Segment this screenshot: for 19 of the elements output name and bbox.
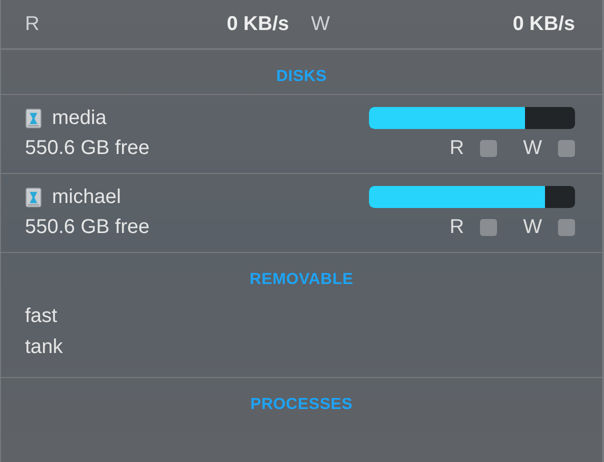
drive-icon — [25, 108, 42, 128]
volume-name: tank — [25, 335, 64, 360]
disk-name: michael — [52, 186, 121, 208]
volume-name: fast — [25, 304, 58, 329]
disk-name: media — [52, 106, 106, 130]
write-label: W — [523, 136, 542, 160]
free-space: 550.6 GB free — [25, 216, 150, 238]
read-label: R — [450, 136, 464, 160]
read-label: R — [25, 12, 40, 36]
read-label: R — [450, 216, 464, 238]
section-header: REMOVABLE — [248, 270, 354, 290]
section-header: PROCESSES — [249, 395, 354, 415]
write-label: W — [523, 216, 542, 238]
section-header: DISKS — [275, 67, 328, 87]
drive-icon — [25, 186, 42, 208]
write-label: W — [311, 12, 330, 36]
free-space: 550.6 GB free — [25, 136, 150, 160]
read-speed: 0 KB/s — [226, 12, 289, 36]
write-speed: 0 KB/s — [512, 12, 575, 36]
